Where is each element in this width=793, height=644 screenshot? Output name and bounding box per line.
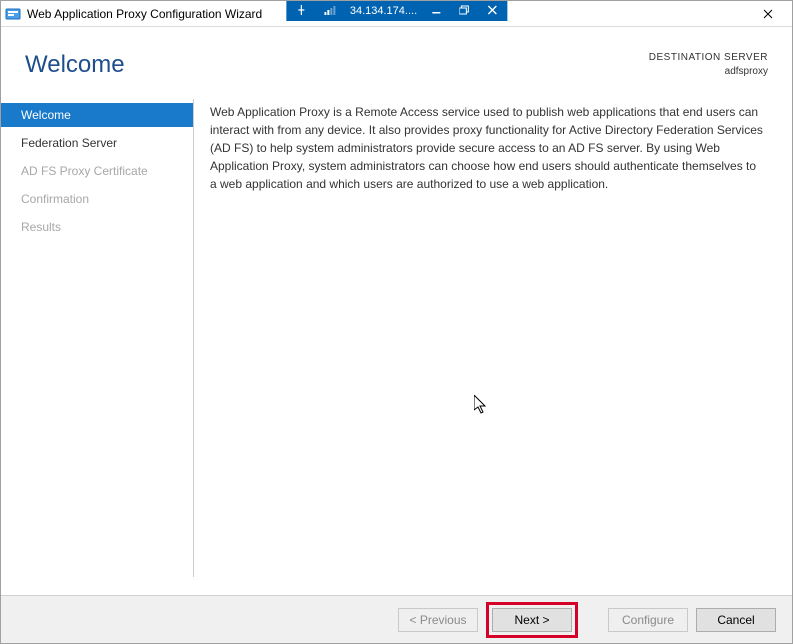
close-button[interactable]	[748, 1, 788, 27]
rdp-signal-icon	[320, 5, 340, 18]
rdp-minimize-icon[interactable]	[427, 5, 445, 18]
destination-label: DESTINATION SERVER	[649, 51, 768, 65]
rdp-restore-icon[interactable]	[455, 5, 473, 18]
cursor-icon	[474, 395, 490, 415]
previous-button: < Previous	[398, 608, 478, 632]
rdp-ip: 34.134.174....	[350, 5, 417, 17]
cancel-button[interactable]: Cancel	[696, 608, 776, 632]
wizard-header: Welcome DESTINATION SERVER adfsproxy	[1, 27, 792, 87]
rdp-close-icon[interactable]	[483, 5, 501, 18]
next-button[interactable]: Next >	[492, 608, 572, 632]
step-results: Results	[1, 215, 193, 239]
destination-server: DESTINATION SERVER adfsproxy	[649, 51, 768, 79]
wizard-footer: < Previous Next > Configure Cancel	[1, 595, 792, 643]
rdp-connection-bar[interactable]: 34.134.174....	[286, 1, 507, 21]
welcome-description: Web Application Proxy is a Remote Access…	[210, 103, 764, 193]
wizard-body: Web Application Proxy is a Remote Access…	[194, 99, 768, 577]
step-adfs-proxy-certificate: AD FS Proxy Certificate	[1, 159, 193, 183]
window-title: Web Application Proxy Configuration Wiza…	[27, 7, 262, 21]
page-heading: Welcome	[25, 51, 125, 79]
wizard-content: Welcome Federation Server AD FS Proxy Ce…	[1, 87, 792, 577]
rdp-pin-icon[interactable]	[292, 5, 310, 18]
configure-button: Configure	[608, 608, 688, 632]
step-welcome[interactable]: Welcome	[1, 103, 193, 127]
titlebar: Web Application Proxy Configuration Wiza…	[1, 1, 792, 27]
wizard-icon	[5, 6, 21, 22]
wizard-steps: Welcome Federation Server AD FS Proxy Ce…	[1, 99, 194, 577]
next-button-highlight: Next >	[486, 602, 578, 638]
destination-name: adfsproxy	[649, 65, 768, 79]
step-confirmation: Confirmation	[1, 187, 193, 211]
step-federation-server[interactable]: Federation Server	[1, 131, 193, 155]
